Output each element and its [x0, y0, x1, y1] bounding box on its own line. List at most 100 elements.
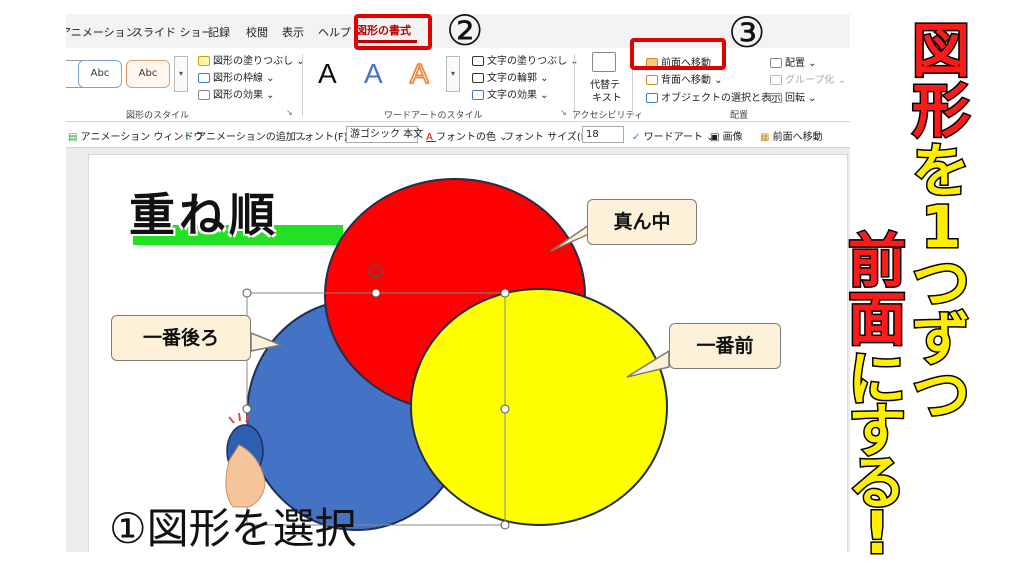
font-label: フォント(F):: [294, 132, 351, 143]
align-label: 配置 ⌄: [785, 58, 817, 69]
side-char: 1: [919, 193, 962, 261]
text-outline-button[interactable]: 文字の輪郭 ⌄: [472, 69, 549, 84]
wordart-style-blue[interactable]: A: [364, 58, 383, 90]
shape-style-preview-1[interactable]: Abc: [78, 60, 122, 88]
callout-back[interactable]: 一番後ろ: [111, 315, 251, 361]
group-icon: [770, 75, 782, 85]
side-char: つ: [910, 249, 971, 317]
send-backward-button[interactable]: 背面へ移動 ⌄: [646, 71, 723, 86]
resize-handle-n[interactable]: [371, 288, 381, 298]
resize-handle-nw[interactable]: [242, 288, 252, 298]
tab-help[interactable]: ヘルプ: [318, 24, 351, 40]
group-separator: [574, 54, 575, 116]
tab-animations[interactable]: アニメーション: [66, 24, 137, 40]
ribbon: Abc Abc ▾ 図形の塗りつぶし ⌄ 図形の枠線 ⌄ 図形の効果 ⌄ 図形の…: [66, 48, 850, 122]
resize-handle-ne[interactable]: [500, 288, 510, 298]
group-label-wordart: ワードアートのスタイル: [384, 111, 483, 121]
align-button[interactable]: 配置 ⌄: [770, 54, 817, 69]
resize-handle-w[interactable]: [242, 404, 252, 414]
paint-bucket-icon: [198, 56, 210, 66]
slide-canvas[interactable]: 重ね順 真ん中 一番後ろ 一番前 ①図形を選択: [88, 154, 848, 552]
rotate-button[interactable]: 回転 ⌄: [770, 89, 817, 104]
effects-icon: [198, 90, 210, 100]
image-button[interactable]: ▣ 画像: [710, 128, 743, 143]
font-size-select[interactable]: 18: [582, 126, 624, 143]
slide-editor: 重ね順 真ん中 一番後ろ 一番前 ①図形を選択: [66, 148, 850, 552]
text-fill-button[interactable]: 文字の塗りつぶし ⌄: [472, 52, 579, 67]
quick-toolbar: ▤ アニメーション ウィンドウ ☆ アニメーションの追加 ⌄ フォント(F): …: [66, 122, 850, 148]
font-color-button[interactable]: A フォントの色 ⌄: [426, 128, 508, 143]
click-spark-icon: [238, 412, 241, 422]
text-fill-icon: [472, 56, 484, 66]
side-char: 前: [846, 227, 907, 295]
step1-caption: ①図形を選択: [109, 504, 357, 552]
image-icon: ▣: [710, 132, 723, 143]
tab-view[interactable]: 表示: [282, 24, 304, 40]
side-char: 形: [910, 77, 971, 145]
tab-review[interactable]: 校閲: [246, 24, 268, 40]
tab-slideshow[interactable]: スライド ショー: [132, 24, 213, 40]
tab-record[interactable]: 記録: [208, 24, 230, 40]
group-label: グループ化 ⌄: [785, 75, 846, 86]
rotate-label: 回転 ⌄: [785, 93, 817, 104]
selection-pane-button[interactable]: オブジェクトの選択と表示: [646, 89, 781, 104]
shape-style-preview-2[interactable]: Abc: [126, 60, 170, 88]
send-backward-label: 背面へ移動 ⌄: [661, 75, 723, 86]
highlight-bring-forward: [630, 38, 726, 70]
dialog-launcher-icon[interactable]: ↘: [286, 108, 293, 117]
wordart-button[interactable]: ✓ ワードアート ⌄: [632, 128, 715, 143]
click-spark-icon: [228, 416, 235, 424]
step-2-marker: ②: [446, 6, 484, 55]
add-animation-button[interactable]: ☆ アニメーションの追加 ⌄: [184, 128, 307, 143]
yellow-circle[interactable]: [410, 288, 668, 526]
step-3-marker: ③: [728, 8, 766, 57]
pen-icon: [198, 73, 210, 83]
group-separator: [302, 54, 303, 116]
rotate-icon: [770, 93, 782, 103]
selection-pane-label: オブジェクトの選択と表示: [661, 93, 781, 104]
shape-outline-button[interactable]: 図形の枠線 ⌄: [198, 69, 275, 84]
text-outline-label: 文字の輪郭 ⌄: [487, 73, 549, 84]
image-label: 画像: [722, 132, 743, 143]
bring-forward-quick-button[interactable]: ▦ 前面へ移動: [760, 128, 823, 143]
callout-front[interactable]: 一番前: [669, 323, 781, 369]
text-outline-icon: [472, 73, 484, 83]
resize-handle-e[interactable]: [500, 404, 510, 414]
side-char: を: [910, 137, 971, 205]
shape-fill-button[interactable]: 図形の塗りつぶし ⌄: [198, 52, 305, 67]
wordart-style-orange[interactable]: A: [409, 57, 429, 90]
align-icon: [770, 58, 782, 68]
font-select[interactable]: 游ゴシック 本文: [346, 126, 423, 143]
side-char: ず: [910, 305, 971, 373]
side-char: 図: [910, 17, 971, 85]
alt-text-button-line2[interactable]: キスト: [592, 89, 622, 104]
send-backward-icon: [646, 75, 658, 85]
font-color-label: フォントの色 ⌄: [436, 132, 508, 143]
wordart-dialog-launcher-icon[interactable]: ↘: [560, 108, 567, 117]
shape-style-more[interactable]: ▾: [174, 56, 188, 92]
selection-pane-icon: [646, 93, 658, 103]
shape-fill-label: 図形の塗りつぶし ⌄: [213, 56, 305, 67]
wordart-label: ワードアート ⌄: [643, 132, 715, 143]
wordart-icon: ✓: [632, 132, 644, 143]
text-effects-label: 文字の効果 ⌄: [487, 90, 549, 101]
alt-text-icon: [592, 52, 616, 72]
star-icon: ☆: [184, 132, 197, 143]
text-effects-button[interactable]: 文字の効果 ⌄: [472, 86, 549, 101]
wordart-style-black[interactable]: A: [318, 58, 337, 90]
font-color-icon: A: [426, 132, 437, 143]
text-fill-label: 文字の塗りつぶし ⌄: [487, 56, 579, 67]
callout-middle[interactable]: 真ん中: [587, 199, 697, 245]
side-char: つ: [910, 361, 971, 429]
highlight-shape-format-tab: [354, 14, 432, 50]
text-effects-icon: [472, 90, 484, 100]
powerpoint-window: アニメーション スライド ショー 記録 校閲 表示 ヘルプ 図形の書式 Abc …: [66, 14, 850, 552]
group-label-shape-styles: 図形のスタイル: [126, 111, 190, 121]
group-button[interactable]: グループ化 ⌄: [770, 71, 846, 86]
animation-pane-icon: ▤: [68, 132, 81, 143]
side-char: 面: [846, 285, 907, 353]
resize-handle-se[interactable]: [500, 520, 510, 530]
shape-effects-button[interactable]: 図形の効果 ⌄: [198, 86, 275, 101]
wordart-style-more[interactable]: ▾: [446, 56, 460, 92]
group-label-arrange: 配置: [730, 111, 749, 121]
